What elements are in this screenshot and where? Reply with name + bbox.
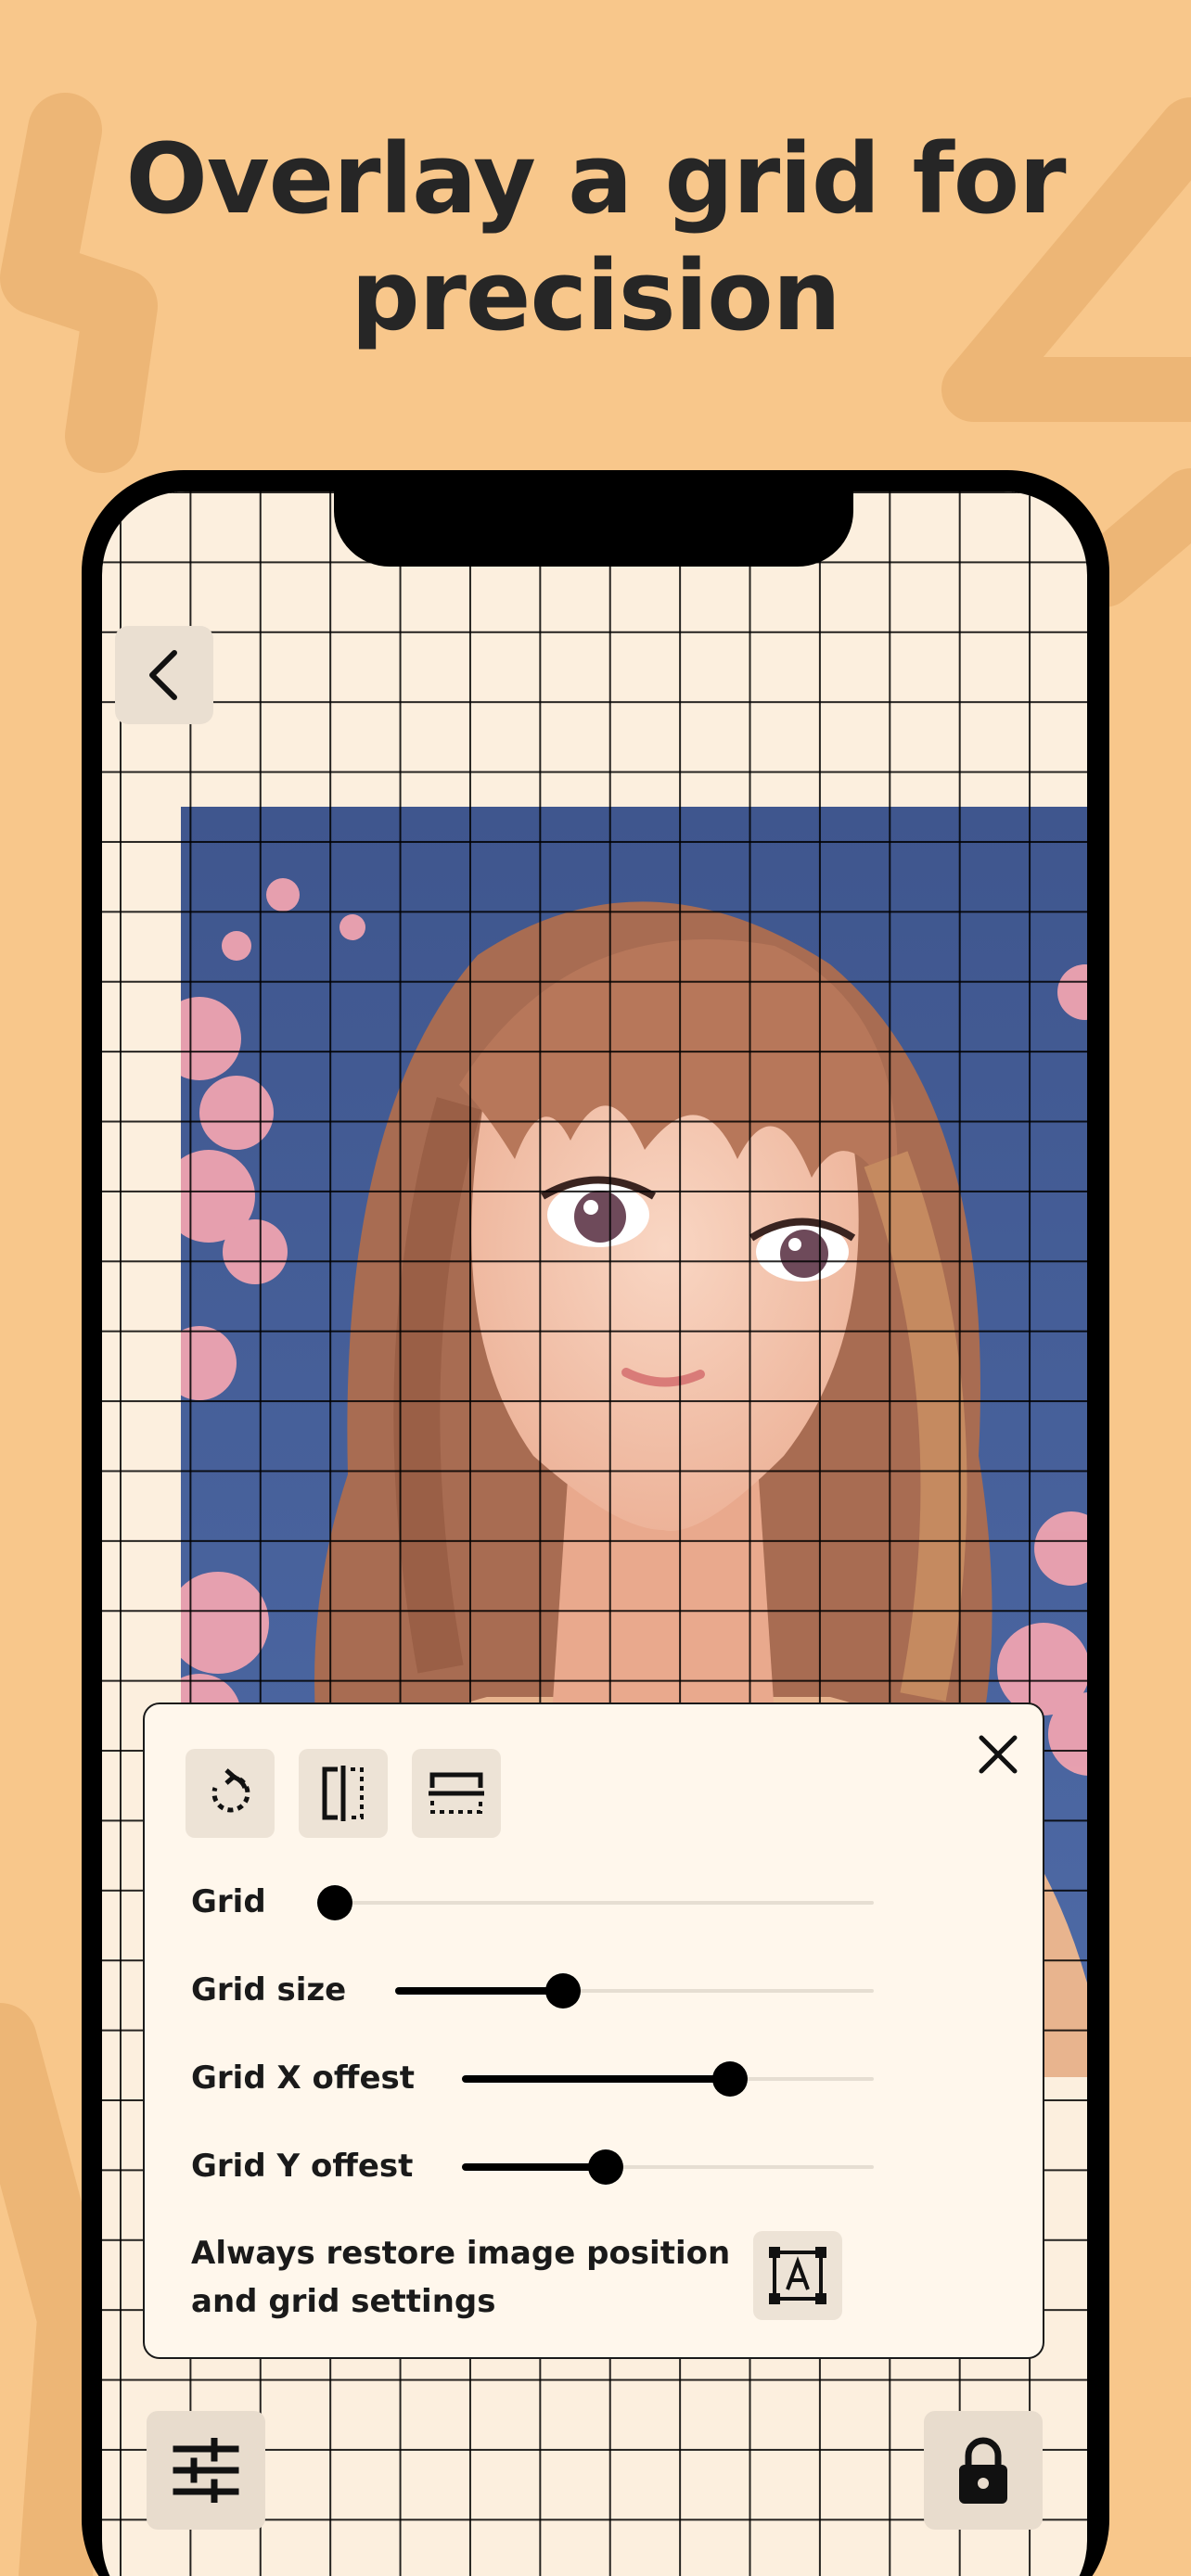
slider-thumb[interactable] — [712, 2061, 748, 2097]
headline-line-2: precision — [351, 239, 841, 352]
flip-horizontal-button[interactable] — [299, 1749, 388, 1838]
grid-slider[interactable] — [317, 1884, 874, 1921]
slider-track — [317, 1901, 874, 1905]
grid-size-slider[interactable] — [395, 1972, 874, 2009]
restore-line-2: and grid settings — [191, 2283, 496, 2320]
grid-size-label: Grid size — [191, 1971, 347, 2009]
slider-fill — [395, 1987, 563, 1995]
chevron-left-icon — [149, 650, 177, 700]
sliders-icon — [173, 2438, 239, 2503]
rotate-button[interactable] — [186, 1749, 275, 1838]
restore-line-1: Always restore image position — [191, 2235, 731, 2272]
slider-fill — [462, 2075, 730, 2083]
grid-x-offset-label: Grid X offest — [191, 2060, 416, 2097]
phone-notch — [334, 470, 853, 567]
restore-toggle-button[interactable] — [753, 2231, 842, 2320]
grid-y-offset-label: Grid Y offest — [191, 2148, 414, 2185]
close-button[interactable] — [968, 1725, 1028, 1784]
flip-vertical-icon — [429, 1772, 484, 1814]
grid-label: Grid — [191, 1883, 266, 1920]
restore-settings-label: Always restore image position and grid s… — [191, 2229, 748, 2326]
settings-button[interactable] — [147, 2411, 265, 2530]
slider-thumb[interactable] — [317, 1885, 352, 1920]
slider-thumb[interactable] — [588, 2149, 623, 2185]
flip-horizontal-icon — [322, 1766, 364, 1821]
flip-vertical-button[interactable] — [412, 1749, 501, 1838]
text-frame-icon — [769, 2247, 826, 2304]
lock-icon — [959, 2437, 1007, 2504]
slider-fill — [462, 2163, 606, 2171]
promo-headline: Overlay a grid for precision — [0, 121, 1191, 354]
grid-settings-panel: Grid Grid size Grid X offest Grid Y offe… — [143, 1702, 1044, 2359]
rotate-icon — [211, 1768, 250, 1813]
lock-button[interactable] — [924, 2411, 1043, 2530]
grid-x-offset-slider[interactable] — [462, 2060, 874, 2098]
back-button[interactable] — [115, 626, 213, 724]
close-icon — [979, 1735, 1018, 1774]
slider-thumb[interactable] — [545, 1973, 581, 2009]
headline-line-1: Overlay a grid for — [125, 122, 1066, 236]
grid-y-offset-slider[interactable] — [462, 2149, 874, 2186]
